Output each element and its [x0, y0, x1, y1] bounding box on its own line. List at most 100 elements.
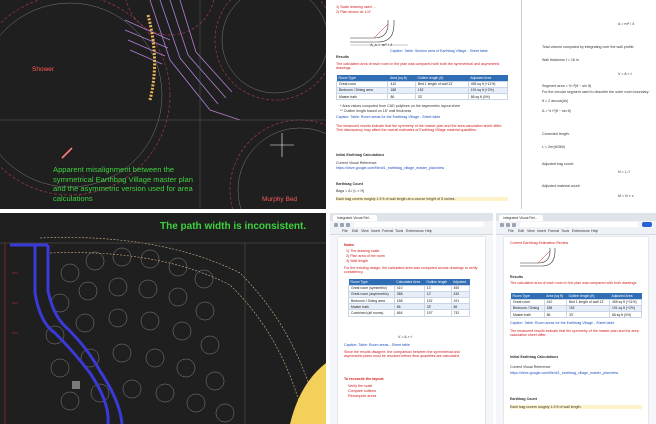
table-cell: 33' [565, 310, 610, 319]
doc-caption-link[interactable]: Caption: Table: Section area of Earthbag… [390, 49, 488, 53]
table-row: Master bath 86 33' 86 sq ft (0%) [510, 310, 643, 319]
cad-drawing-bottom [0, 237, 326, 424]
doc-footer-note: Each bag covers roughly 1.5 ft of wall l… [336, 197, 508, 202]
reload-icon[interactable] [512, 222, 516, 227]
reference-link[interactable]: https://drive.google.com/file/d/1_earthb… [510, 371, 642, 375]
reload-icon[interactable] [346, 222, 350, 227]
table-cell: Master bath [335, 92, 389, 101]
doc-caption-2[interactable]: Caption: Table: Room areas for the Earth… [336, 115, 440, 119]
formula-line: A = πr² / 4 [618, 22, 635, 26]
misalignment-annotation: Apparent misalignment between the symmet… [53, 165, 193, 203]
menu-item[interactable]: View [527, 229, 535, 233]
address-bar[interactable] [354, 222, 484, 227]
doc-footer-label: Earthbag Count [336, 182, 363, 186]
table-cell: 86 sq ft (0%) [608, 310, 643, 319]
table-note-2: ** Outline length based on 16" wall thic… [340, 109, 412, 113]
formula-line: N = L / l [618, 170, 631, 174]
formula-line: Adjusted material count: [542, 184, 581, 188]
results-table: Room Type Area (sq ft) Outline length (f… [335, 75, 509, 101]
formula-line: Corrected length: [542, 132, 570, 136]
forward-icon[interactable] [506, 222, 510, 227]
table-cell: 197' [423, 309, 452, 317]
cad-view-top[interactable]: Shower Murphy Bed Apparent misalignment … [0, 0, 326, 209]
menu-item[interactable]: Format [548, 229, 559, 233]
comparison-formula: V = A × t [398, 335, 412, 339]
menu-item[interactable]: Help [425, 229, 432, 233]
doc-reference-link[interactable]: https://drive.google.com/file/d/1_earthb… [336, 166, 444, 170]
doc-header-line-2: 2) Plan shown at: 1/4" [336, 10, 372, 14]
back-icon[interactable] [334, 222, 338, 227]
doc-footer-equation: Bags = A / (L × H) [336, 189, 365, 193]
table-cell: 86 [543, 310, 567, 319]
table-cell: 86 [387, 92, 416, 101]
docs-menu-bar: File Edit View Insert Format Tools Exten… [496, 228, 656, 235]
table-cell: 86 sq ft (0%) [467, 92, 509, 101]
menu-item[interactable]: Insert [371, 229, 380, 233]
table-cell: Master bath [510, 310, 545, 319]
table-row: Master bath 86 33' 86 sq ft (0%) [335, 92, 509, 101]
menu-item[interactable]: File [342, 229, 348, 233]
document-page[interactable]: Current Earthbag Estimation Review Resul… [504, 237, 648, 424]
doc-header-line-1: 1) Scale drawing used: ... [336, 5, 377, 9]
table-cell: 33' [414, 92, 469, 101]
menu-item[interactable]: Edit [518, 229, 524, 233]
cad-view-bottom[interactable]: The path width is inconsistent. [0, 213, 326, 424]
checklist-item: Recompute areas [348, 394, 377, 398]
comparison-paragraph: Since the results disagree, the comparis… [344, 350, 460, 359]
formula-line: Adjusted bag count: [542, 162, 574, 166]
doc-red-paragraph: The measured results indicate that the s… [336, 124, 503, 133]
menu-item[interactable]: Insert [537, 229, 546, 233]
formula-line: A = ½ r²(θ − sin θ) [542, 109, 571, 113]
doc-intro: The calculated area of each room in the … [336, 62, 500, 71]
label-murphy-bed: Murphy Bed [262, 196, 298, 203]
checklist-heading: To reconcile the layout: [344, 377, 385, 381]
browser-tab-bar: Integrated Visual Ref... [330, 213, 493, 221]
checklist-item: Verify the scale [348, 384, 373, 388]
menu-item[interactable]: Edit [352, 229, 358, 233]
checklist-item: Compare outlines [348, 389, 377, 393]
notes-heading: Notes [344, 243, 354, 247]
menu-item[interactable]: View [361, 229, 369, 233]
menu-item[interactable]: Tools [395, 229, 403, 233]
results-heading: Results [510, 275, 523, 279]
doc-pane-results[interactable]: 1) Scale drawing used: ... 2) Plan shown… [330, 0, 516, 209]
reference-label: Current Visual Reference: [510, 365, 552, 369]
results-table: Room Type Area (sq ft) Outline length (f… [510, 293, 643, 319]
path-width-annotation: The path width is inconsistent. [160, 221, 307, 232]
doc-subheading: Initial Earthbag Calculations [336, 153, 385, 157]
docs-menu-bar: File Edit View Insert Format Tools Exten… [330, 228, 493, 235]
formula-line: For the circular segment used to describ… [542, 90, 650, 94]
menu-item[interactable]: File [508, 229, 514, 233]
back-icon[interactable] [500, 222, 504, 227]
document-page[interactable]: Notes 1) The drawing scale: 2) Plan area… [338, 237, 485, 424]
notes-bullet: 2) Plan area of the room [346, 254, 385, 258]
doc-formula: A_s = πr² / 4 [370, 43, 393, 47]
table-note-1: * Area values computed from CAD polyline… [340, 104, 461, 108]
doc-pane-formulas[interactable]: A = πr² / 4 Total volume computed by int… [521, 0, 656, 209]
formula-line: θ = 2 arccos(d/r) [542, 99, 569, 103]
comparison-caption[interactable]: Caption: Table: Room areas - Sheet table [344, 343, 410, 347]
label-shower: Shower [32, 66, 55, 73]
menu-item[interactable]: Extensions [572, 229, 590, 233]
notes-paragraph: For the existing design, the calculated … [344, 266, 478, 275]
forward-icon[interactable] [340, 222, 344, 227]
formula-line: Wall thickness t = 16 in [542, 58, 579, 62]
formula-line: Total volume computed by integrating ove… [542, 45, 635, 49]
formula-line: Segment area = ½ r²(θ − sin θ) [542, 84, 592, 88]
menu-item[interactable]: Help [591, 229, 598, 233]
formula-line: V = A × t [618, 72, 632, 76]
menu-item[interactable]: Extensions [406, 229, 424, 233]
browser-window-left[interactable]: Integrated Visual Ref... File Edit View … [330, 213, 493, 424]
table-row: Combined (all rooms) 684 197' 732 [348, 309, 471, 317]
share-button[interactable] [642, 222, 652, 227]
count-note: Each bag covers roughly 1.5 ft of wall l… [510, 405, 642, 410]
results-intro: The calculated area of each room in the … [510, 281, 638, 285]
results-caption[interactable]: Caption: Table: Room areas for the Earth… [510, 321, 642, 325]
menu-item[interactable]: Format [382, 229, 393, 233]
address-bar[interactable] [520, 222, 638, 227]
formula-line: L = 2πr(θ/360) [542, 145, 566, 149]
browser-toolbar [330, 221, 493, 228]
cross-section-figure [520, 248, 556, 267]
browser-window-right[interactable]: Integrated Visual Ref... File Edit View … [496, 213, 656, 424]
menu-item[interactable]: Tools [561, 229, 569, 233]
